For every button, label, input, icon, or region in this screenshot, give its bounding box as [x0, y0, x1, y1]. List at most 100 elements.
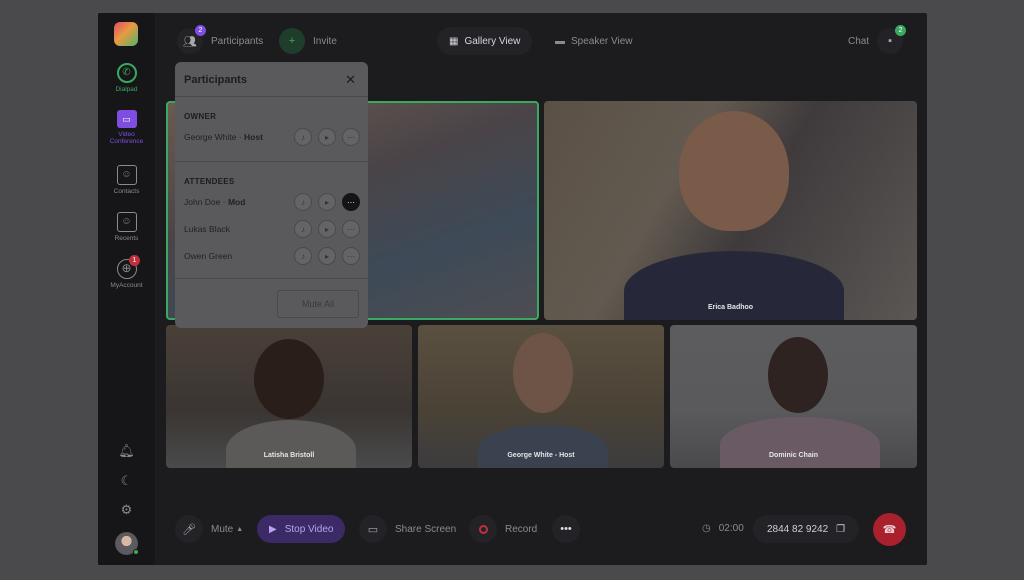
sidebar-item-label: MyAccount — [110, 282, 143, 289]
microphone-icon[interactable]: ♪ — [294, 220, 312, 238]
participant-name: Owen Green — [184, 251, 233, 261]
tile-name: Latisha Bristoll — [263, 452, 315, 459]
participant-name-wrap: John Doe · Mod — [184, 197, 288, 207]
tile-name: Dominic Chain — [768, 452, 818, 459]
video-icon[interactable]: ▸ — [318, 128, 336, 146]
participant-name-wrap: George White · Host — [184, 132, 288, 142]
attendees-section-label: ATTENDEES — [184, 177, 235, 186]
chat-label: Chat — [848, 35, 870, 47]
participants-label: Participants — [211, 35, 264, 47]
participant-row: John Doe · Mod ♪ ▸ ⋯ — [184, 192, 360, 212]
participant-body — [478, 425, 608, 468]
online-status-dot — [133, 549, 139, 555]
participants-icon: 👥︎ 2 — [177, 25, 206, 54]
video-icon[interactable]: ▸ — [318, 247, 336, 265]
copy-icon[interactable]: ❐ — [836, 524, 845, 535]
stop-video-label: Stop Video — [284, 523, 334, 535]
video-off-icon: ▶ — [269, 523, 277, 535]
participant-row: Owen Green ♪ ▸ ⋯ — [184, 246, 360, 266]
gear-icon[interactable]: ⚙ — [118, 501, 135, 518]
microphone-icon[interactable]: ♪ — [294, 247, 312, 265]
sidebar-item-video-conference[interactable]: ▭ Video Conference — [98, 110, 155, 145]
sidebar-item-label: Recents — [114, 235, 139, 242]
timer-value: 02:00 — [718, 523, 744, 534]
participant-silhouette — [768, 337, 828, 413]
more-options-button[interactable]: ••• — [552, 515, 580, 543]
sidebar-item-label: Video Conference — [109, 131, 144, 145]
chat-icon: ▪ 2 — [877, 25, 907, 54]
stop-video-button[interactable]: ▶ Stop Video — [257, 515, 346, 543]
participant-row: Lukas Black ♪ ▸ ⋯ — [184, 219, 360, 239]
sidebar-item-dialpad[interactable]: ✆ Dialpad — [98, 63, 155, 93]
microphone-icon: 🎤︎ — [175, 515, 203, 543]
sidebar-item-myaccount[interactable]: ⊕ MyAccount — [98, 259, 155, 289]
invite-button[interactable]: + Invite — [279, 28, 337, 54]
microphone-icon[interactable]: ♪ — [294, 128, 312, 146]
divider — [175, 161, 368, 162]
invite-label: Invite — [313, 35, 337, 47]
participants-button[interactable]: 👥︎ 2 Participants — [177, 25, 264, 54]
contacts-icon: ☺ — [116, 165, 137, 185]
app-logo — [114, 22, 138, 46]
mute-label: Mute — [211, 523, 234, 535]
chevron-up-icon[interactable]: ▲ — [236, 526, 243, 533]
mute-button[interactable]: 🎤︎ Mute ▲ — [175, 515, 243, 543]
participant-body — [720, 417, 880, 468]
participant-name: George White — [184, 132, 237, 142]
participant-body — [226, 420, 356, 468]
meeting-id-value: 2844 82 9242 — [767, 523, 829, 535]
chat-count-badge: 2 — [895, 25, 907, 36]
owner-section-label: OWNER — [184, 112, 217, 121]
panel-title: Participants — [184, 74, 247, 86]
more-horizontal-icon[interactable]: ⋯ — [342, 247, 360, 265]
bell-icon[interactable]: 🔔︎ — [118, 442, 135, 459]
tab-speaker-view[interactable]: ▬ Speaker View — [543, 27, 645, 55]
participants-count-badge: 2 — [195, 25, 206, 36]
sidebar-item-label: Contacts — [113, 188, 140, 195]
participant-row: George White · Host ♪ ▸ ⋯ — [184, 127, 360, 147]
close-icon[interactable]: ✕ — [345, 72, 356, 88]
gallery-view-label: Gallery View — [464, 35, 521, 47]
monitor-icon: ▭ — [359, 515, 387, 543]
divider — [175, 278, 368, 279]
microphone-icon[interactable]: ♪ — [294, 193, 312, 211]
video-icon[interactable]: ▸ — [318, 193, 336, 211]
video-tile-george[interactable]: George White - Host — [418, 325, 664, 468]
tile-name: George White - Host — [507, 452, 575, 459]
tab-gallery-view[interactable]: ▦ Gallery View — [437, 27, 533, 55]
tile-name: Erica Badhoo — [707, 304, 754, 311]
clock-icon: ◷ — [702, 523, 711, 534]
participant-role: Host — [244, 132, 263, 142]
record-label: Record — [505, 523, 538, 535]
participant-name: John Doe — [184, 197, 221, 207]
sidebar-item-contacts[interactable]: ☺ Contacts — [98, 165, 155, 195]
recents-icon: ☺ — [116, 212, 137, 232]
chat-button[interactable]: Chat ▪ 2 — [848, 25, 907, 54]
participant-silhouette — [513, 333, 573, 413]
participants-panel: Participants ✕ OWNER George White · Host… — [175, 62, 368, 328]
video-tile-erica[interactable]: Erica Badhoo — [544, 101, 917, 320]
mute-all-button[interactable]: Mute All — [277, 290, 359, 318]
more-horizontal-icon[interactable]: ⋯ — [342, 220, 360, 238]
share-screen-button[interactable]: ▭ Share Screen — [359, 515, 456, 543]
grid-icon: ▦ — [449, 35, 459, 47]
speaker-view-label: Speaker View — [571, 35, 633, 47]
record-icon — [469, 515, 497, 543]
video-icon: ▭ — [116, 110, 137, 128]
end-call-button[interactable]: ☎ — [873, 513, 906, 546]
participant-name: Lukas Black — [184, 224, 230, 234]
hangup-icon: ☎ — [873, 513, 906, 546]
record-button[interactable]: Record — [469, 515, 537, 543]
more-horizontal-icon[interactable]: ⋯ — [342, 128, 360, 146]
participant-role: Mod — [227, 197, 246, 207]
meeting-id: 2844 82 9242 ❐ — [753, 515, 860, 543]
video-icon[interactable]: ▸ — [318, 220, 336, 238]
moon-icon[interactable]: ☾ — [118, 472, 135, 489]
sidebar-item-recents[interactable]: ☺ Recents — [98, 212, 155, 242]
sidebar: ✆ Dialpad ▭ Video Conference ☺ Contacts … — [98, 13, 155, 565]
video-tile-latisha[interactable]: Latisha Bristoll — [166, 325, 412, 468]
more-horizontal-icon[interactable]: ⋯ — [342, 193, 360, 211]
share-screen-label: Share Screen — [395, 523, 457, 535]
speaker-view-icon: ▬ — [555, 35, 565, 47]
video-tile-dominic[interactable]: Dominic Chain — [670, 325, 917, 468]
